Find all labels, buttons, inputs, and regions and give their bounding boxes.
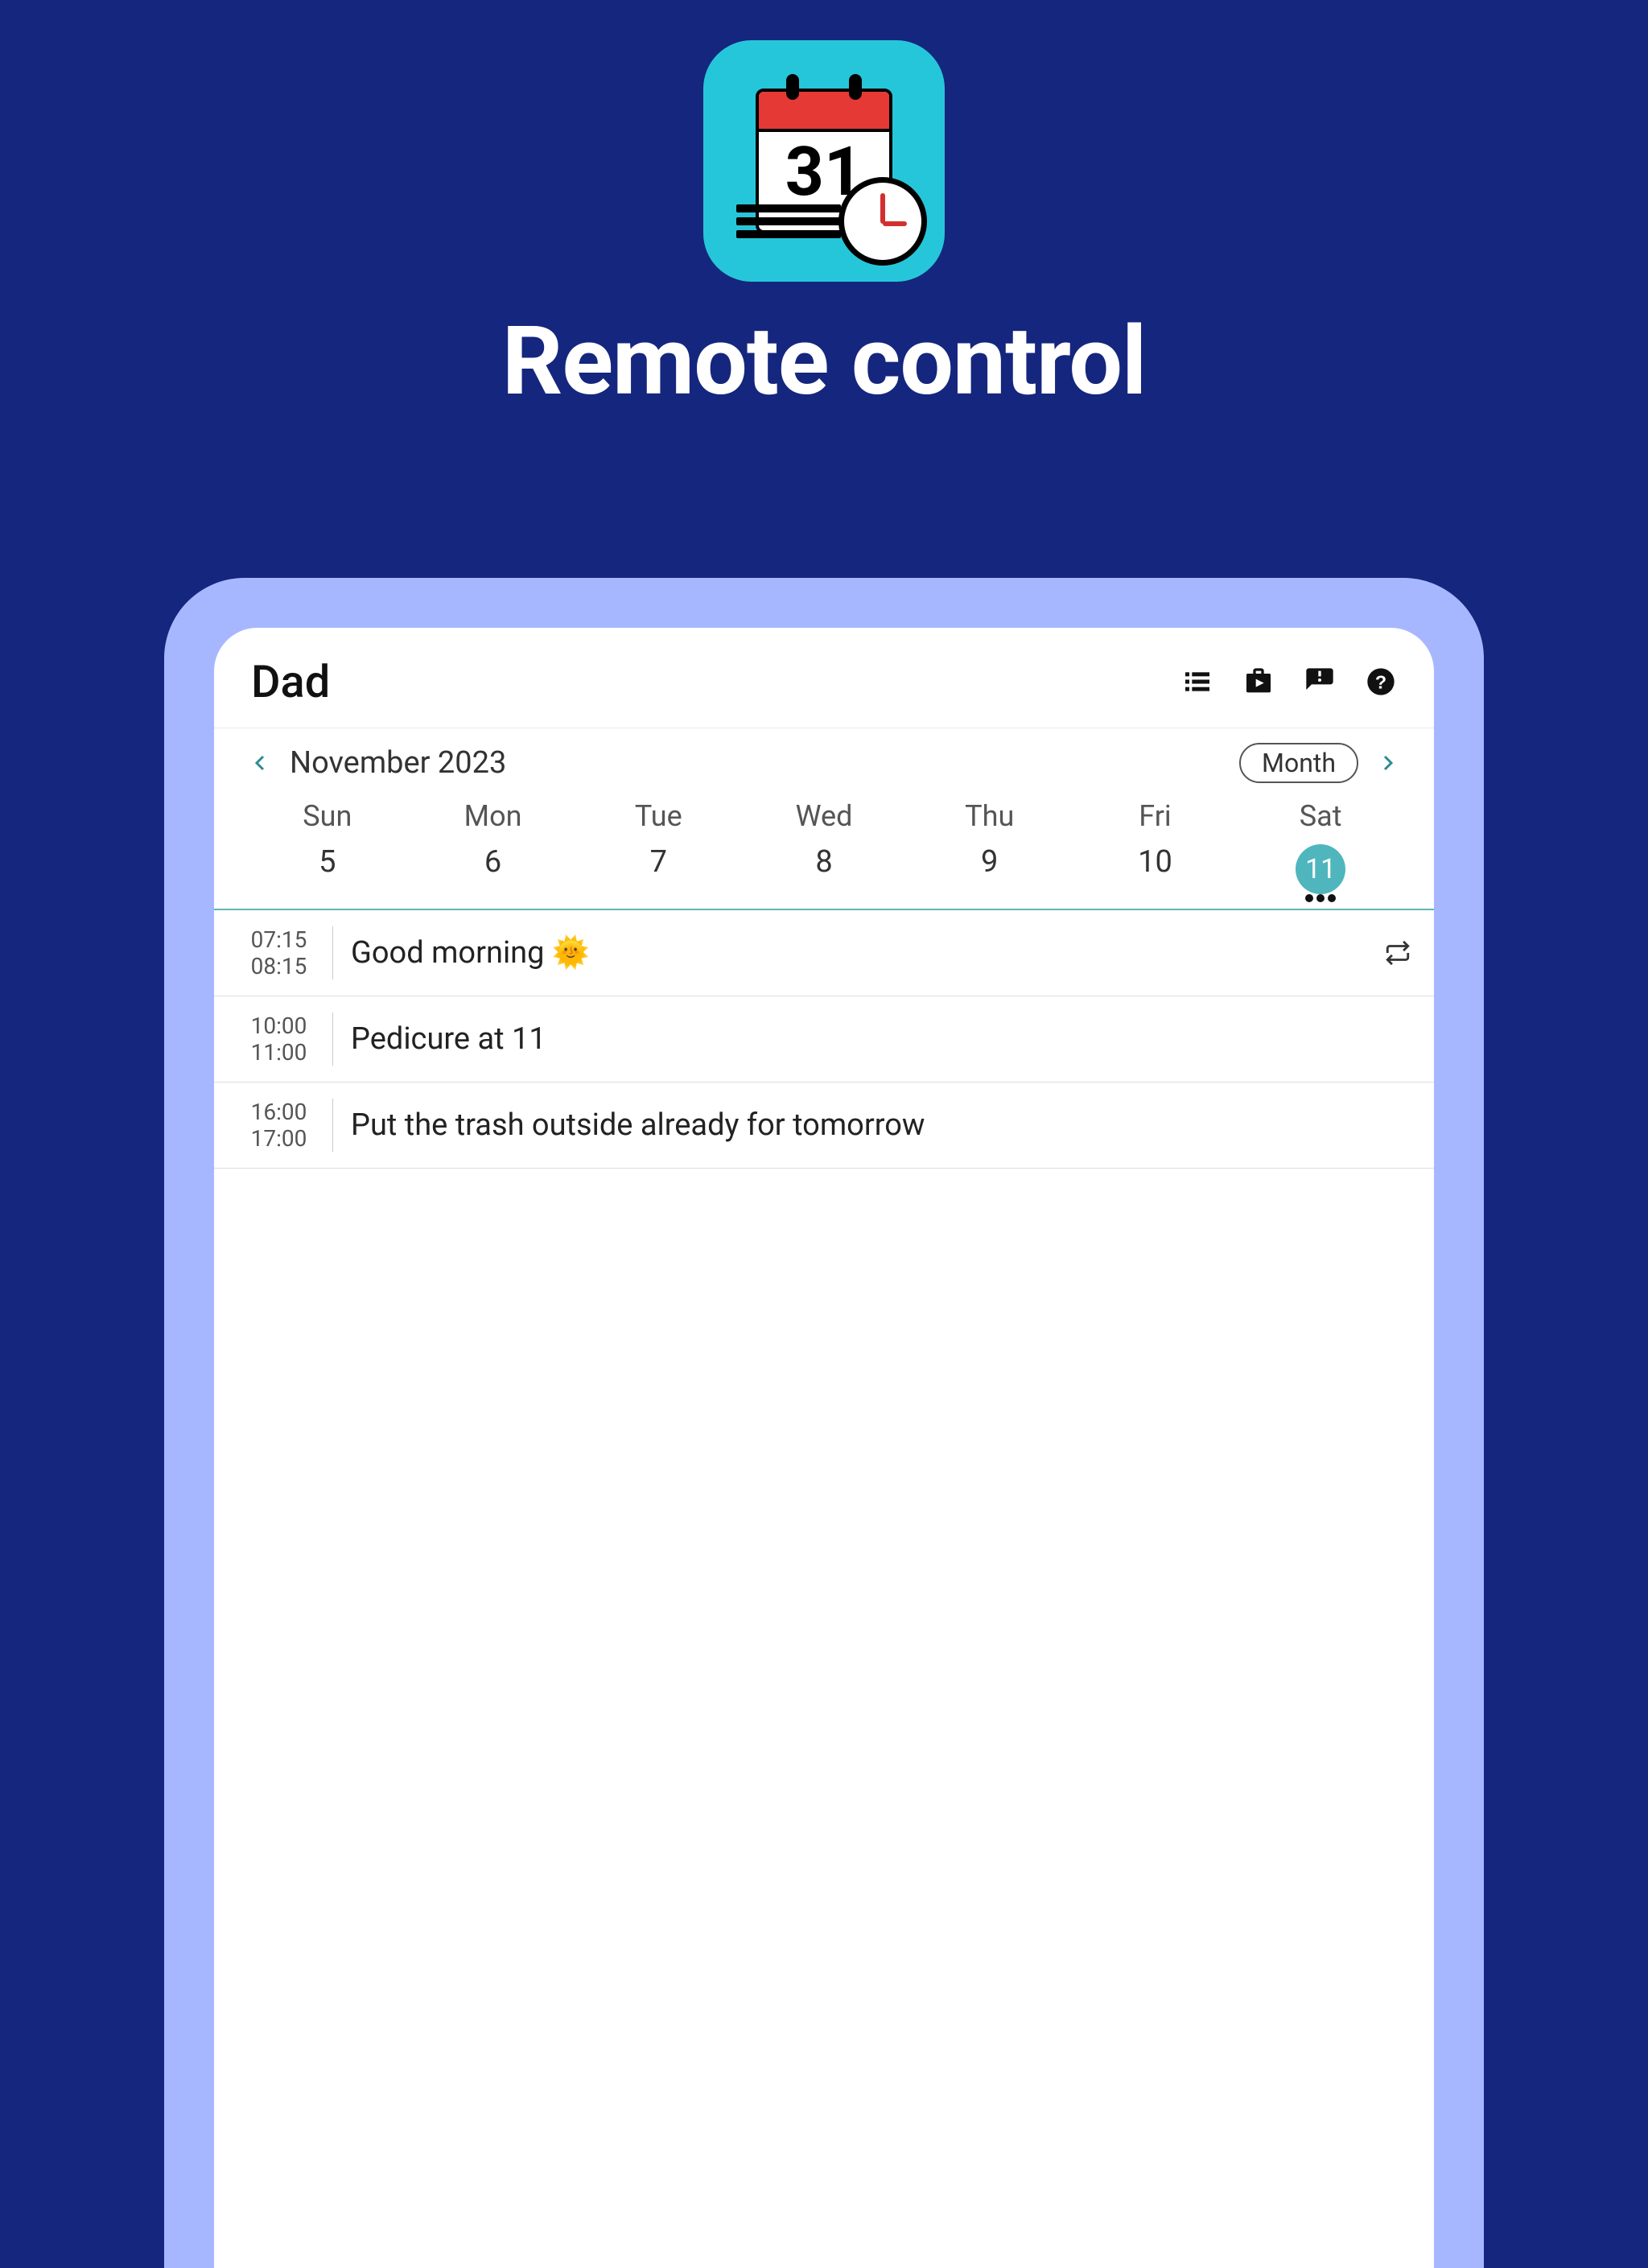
day-of-week: Wed xyxy=(796,799,853,833)
day-of-week: Tue xyxy=(635,799,682,833)
repeat-icon xyxy=(1384,939,1411,967)
day-of-week: Sat xyxy=(1300,799,1342,833)
event-times: 16:0017:00 xyxy=(237,1099,333,1152)
store-icon[interactable] xyxy=(1242,666,1275,698)
day-number: 6 xyxy=(484,844,501,880)
next-month-button[interactable] xyxy=(1378,753,1397,773)
day-cell[interactable]: Thu 9 xyxy=(907,799,1073,894)
view-toggle[interactable]: Month xyxy=(1239,743,1358,783)
app-icon: 31 xyxy=(703,40,945,282)
event-row[interactable]: 07:1508:15 Good morning 🌞 xyxy=(214,910,1434,996)
day-cell[interactable]: Wed 8 xyxy=(741,799,907,894)
event-times: 07:1508:15 xyxy=(237,926,333,979)
device-frame: Dad ? November 2023 Month xyxy=(164,578,1484,2268)
page-title: Dad xyxy=(251,655,330,708)
day-number: 10 xyxy=(1138,844,1172,880)
help-icon[interactable]: ? xyxy=(1365,666,1397,698)
day-number: 9 xyxy=(981,844,998,880)
day-number-selected: 11 xyxy=(1296,844,1345,894)
day-of-week: Thu xyxy=(965,799,1014,833)
day-number: 7 xyxy=(650,844,667,880)
event-list: 07:1508:15 Good morning 🌞 10:0011:00 Pedicu… xyxy=(214,910,1434,1169)
day-number: 8 xyxy=(815,844,832,880)
event-title: Pedicure at 11 xyxy=(351,1021,1411,1057)
day-cell[interactable]: Sat 11 xyxy=(1238,799,1403,894)
hero-title: Remote control xyxy=(502,306,1147,417)
event-times: 10:0011:00 xyxy=(237,1012,333,1066)
list-icon[interactable] xyxy=(1181,666,1213,698)
day-of-week: Sun xyxy=(303,799,352,833)
day-number: 5 xyxy=(319,844,336,880)
day-cell[interactable]: Tue 7 xyxy=(575,799,741,894)
day-of-week: Fri xyxy=(1139,799,1171,833)
day-cell[interactable]: Fri 10 xyxy=(1073,799,1238,894)
event-title: Good morning 🌞 xyxy=(351,935,1384,971)
month-label: November 2023 xyxy=(290,745,1239,781)
prev-month-button[interactable] xyxy=(251,753,270,773)
screen: Dad ? November 2023 Month xyxy=(214,628,1434,2268)
event-row[interactable]: 16:0017:00 Put the trash outside already … xyxy=(214,1082,1434,1169)
day-of-week: Mon xyxy=(464,799,522,833)
event-row[interactable]: 10:0011:00 Pedicure at 11 xyxy=(214,996,1434,1082)
day-cell[interactable]: Mon 6 xyxy=(410,799,576,894)
week-strip: Sun 5 Mon 6 Tue 7 Wed 8 Thu 9 Fri 10 Sat 11 xyxy=(214,794,1434,910)
feedback-icon[interactable] xyxy=(1304,666,1336,698)
day-cell[interactable]: Sun 5 xyxy=(245,799,410,894)
event-title: Put the trash outside already for tomorr… xyxy=(351,1107,1411,1143)
svg-text:?: ? xyxy=(1375,671,1386,692)
